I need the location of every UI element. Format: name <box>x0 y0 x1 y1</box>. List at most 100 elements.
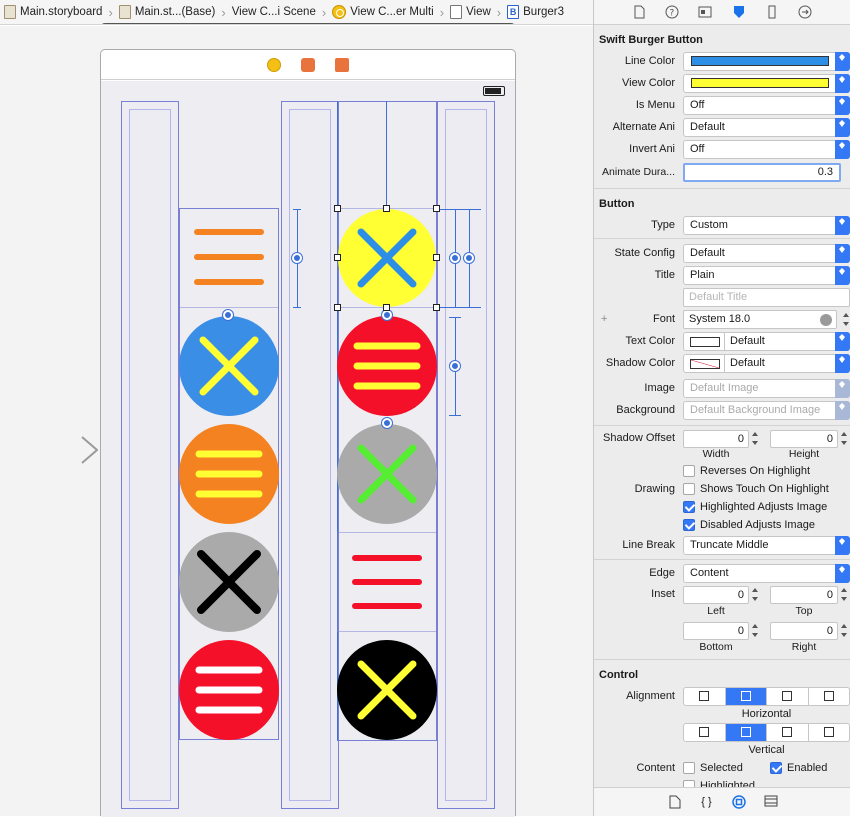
disabled-adjusts-checkbox[interactable]: Disabled Adjusts Image <box>683 516 815 534</box>
font-picker-icon[interactable] <box>820 313 832 326</box>
constraint-pin-icon[interactable] <box>382 418 392 428</box>
view-color-swatch <box>691 77 829 88</box>
align-fill-icon[interactable] <box>809 688 850 705</box>
view-color-popup[interactable] <box>683 73 850 93</box>
alternate-ani-popup[interactable]: Default <box>683 117 850 137</box>
code-snippet-icon[interactable]: { } <box>700 795 714 809</box>
view-controller-scene[interactable] <box>100 49 516 817</box>
size-inspector-icon[interactable] <box>765 5 779 19</box>
state-config-popup[interactable]: Default <box>683 243 850 263</box>
shadow-color-popup[interactable]: Default <box>683 353 850 373</box>
breadcrumb-view-controller[interactable]: View C...er Multi › <box>328 0 446 24</box>
burger-button-9[interactable] <box>337 532 437 632</box>
burger-button-1[interactable] <box>179 208 279 308</box>
quick-help-icon[interactable]: ? <box>665 5 679 19</box>
resize-handle[interactable] <box>334 254 341 261</box>
constraint-pin-icon[interactable] <box>382 310 392 320</box>
burger-button-8[interactable] <box>337 424 437 524</box>
inset-bottom-field[interactable]: 0 <box>683 622 749 640</box>
breadcrumb-burger3[interactable]: B Burger3 <box>503 0 564 24</box>
reverses-checkbox[interactable]: Reverses On Highlight <box>683 462 810 480</box>
edge-popup[interactable]: Content <box>683 563 850 583</box>
resize-handle[interactable] <box>433 304 440 311</box>
resize-handle[interactable] <box>383 205 390 212</box>
connections-inspector-icon[interactable] <box>798 5 812 19</box>
breadcrumb-scene[interactable]: View C...i Scene › <box>100 0 516 24</box>
burger-button-2[interactable] <box>179 316 279 416</box>
inset-right-field[interactable]: 0 <box>770 622 838 640</box>
file-inspector-icon[interactable] <box>632 5 646 19</box>
align-left-icon[interactable] <box>684 687 726 705</box>
resize-handle[interactable] <box>334 304 341 311</box>
text-color-popup[interactable]: Default <box>683 331 850 351</box>
vertical-alignment-control[interactable] <box>683 722 850 742</box>
title-type-popup[interactable]: Plain <box>683 265 850 285</box>
constraint-pin-icon[interactable] <box>450 361 460 371</box>
media-library-icon[interactable] <box>764 795 778 809</box>
image-combo[interactable]: Default Image <box>683 378 850 398</box>
view-controller-icon[interactable] <box>267 57 281 72</box>
line-break-popup[interactable]: Truncate Middle <box>683 535 850 555</box>
breadcrumb-storyboard-base[interactable]: Main.st...(Base) › <box>115 0 228 24</box>
chevron-updown-icon <box>835 331 850 351</box>
object-library-icon[interactable] <box>731 795 746 809</box>
identity-inspector-icon[interactable] <box>698 5 712 19</box>
align-middle-icon[interactable] <box>725 723 767 741</box>
shadow-width-field[interactable]: 0 <box>683 430 749 448</box>
background-combo[interactable]: Default Background Image <box>683 400 850 420</box>
burger-button-4[interactable] <box>179 532 279 632</box>
breadcrumb-storyboard[interactable]: Main.storyboard › <box>0 0 115 24</box>
shows-touch-checkbox[interactable]: Shows Touch On Highlight <box>683 480 829 498</box>
default-title-field[interactable]: Default Title <box>683 287 850 307</box>
font-field[interactable]: System 18.0 <box>683 309 837 329</box>
burger-button-selected[interactable] <box>337 208 437 308</box>
animate-duration-field[interactable]: 0.3 <box>683 162 841 182</box>
selected-checkbox[interactable]: Selected <box>683 759 743 777</box>
align-bottom-icon[interactable] <box>767 723 809 741</box>
attributes-inspector-icon[interactable] <box>732 5 746 19</box>
invert-ani-popup[interactable]: Off <box>683 139 850 159</box>
horizontal-alignment-control[interactable] <box>683 686 850 706</box>
font-size-stepper[interactable] <box>842 310 850 329</box>
align-center-icon[interactable] <box>725 687 767 705</box>
burger-button-3[interactable] <box>179 424 279 524</box>
top-constraint[interactable] <box>386 101 387 208</box>
storyboard-file-icon <box>118 5 131 19</box>
resize-handle[interactable] <box>334 205 341 212</box>
type-popup[interactable]: Custom <box>683 215 850 235</box>
first-responder-icon[interactable] <box>301 57 315 72</box>
shadow-height-stepper[interactable] <box>840 429 849 448</box>
inset-left-field[interactable]: 0 <box>683 586 749 604</box>
burger-button-5[interactable] <box>179 640 279 740</box>
inset-top-stepper[interactable] <box>840 585 849 604</box>
line-color-popup[interactable] <box>683 51 850 71</box>
constraint-pin-icon[interactable] <box>450 253 460 263</box>
burger-button-10[interactable] <box>337 640 437 740</box>
shadow-width-stepper[interactable] <box>751 429 760 448</box>
line-color-row: Line Color <box>599 50 850 72</box>
resize-handle[interactable] <box>433 254 440 261</box>
shadow-height-field[interactable]: 0 <box>770 430 838 448</box>
inset-left-stepper[interactable] <box>751 585 760 604</box>
file-template-icon[interactable] <box>668 795 682 809</box>
add-variation-icon[interactable]: + <box>601 313 607 325</box>
exit-icon[interactable] <box>335 57 349 72</box>
highlighted-adjusts-checkbox[interactable]: Highlighted Adjusts Image <box>683 498 827 516</box>
enabled-checkbox[interactable]: Enabled <box>770 759 827 777</box>
align-vfill-icon[interactable] <box>809 724 850 741</box>
resize-handle[interactable] <box>433 205 440 212</box>
inset-top-field[interactable]: 0 <box>770 586 838 604</box>
root-view[interactable] <box>101 81 515 817</box>
constraint-pin-icon[interactable] <box>292 253 302 263</box>
breadcrumb-view[interactable]: View › <box>446 0 503 24</box>
storyboard-canvas[interactable] <box>0 26 593 817</box>
inset-right-stepper[interactable] <box>840 621 849 640</box>
align-top-icon[interactable] <box>684 723 726 741</box>
is-menu-popup[interactable]: Off <box>683 95 850 115</box>
align-right-icon[interactable] <box>767 687 809 705</box>
resize-handle[interactable] <box>383 304 390 311</box>
inset-bottom-stepper[interactable] <box>751 621 760 640</box>
constraint-pin-icon[interactable] <box>223 310 233 320</box>
burger-button-7[interactable] <box>337 316 437 416</box>
constraint-pin-icon[interactable] <box>464 253 474 263</box>
